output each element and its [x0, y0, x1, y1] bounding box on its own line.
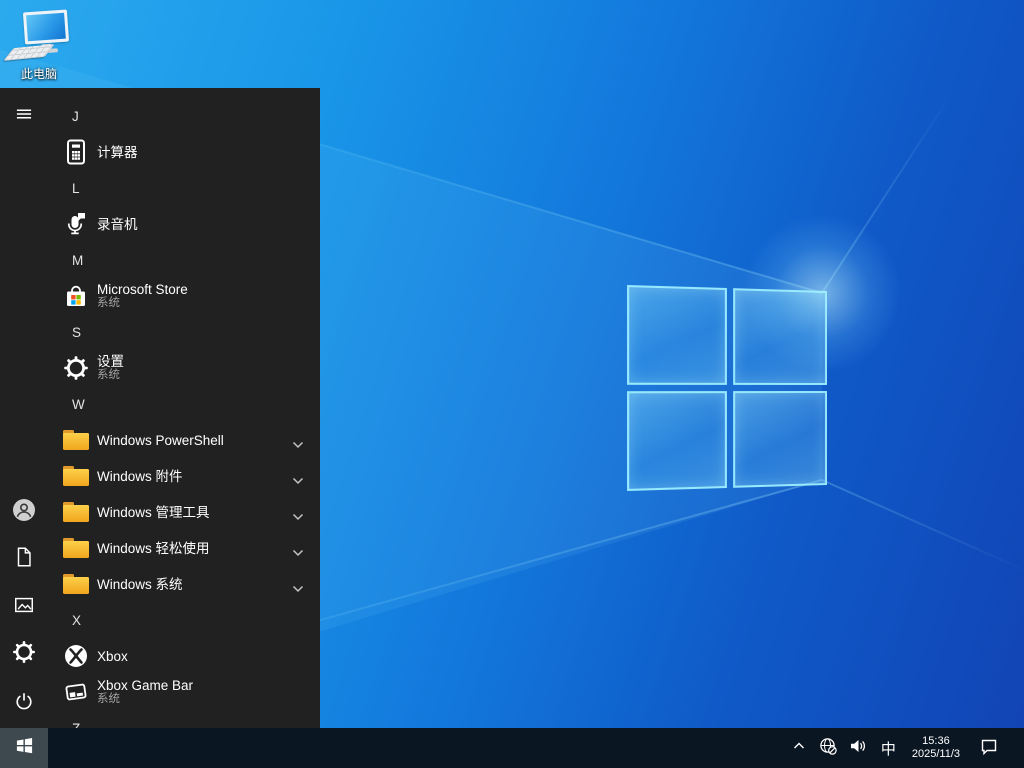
action-center-icon [980, 737, 998, 760]
chevron-down-icon[interactable] [292, 472, 304, 490]
volume-button[interactable] [843, 728, 873, 768]
power-icon [13, 690, 35, 717]
app-item-microsoft-store[interactable]: Microsoft Store 系统 [48, 278, 320, 314]
folder-item-windows-system[interactable]: Windows 系统 [48, 566, 320, 602]
folder-icon [63, 571, 89, 597]
user-account-button[interactable] [0, 489, 48, 535]
folder-item-windows-admin-tools[interactable]: Windows 管理工具 [48, 494, 320, 530]
app-item-settings[interactable]: 设置 系统 [48, 350, 320, 386]
chevron-down-icon[interactable] [292, 508, 304, 526]
desktop: 此电脑 J 计算器 L 录音机 M Microsoft Store 系统 S 设… [0, 0, 1024, 768]
tray-show-hidden-icons-button[interactable] [785, 728, 813, 768]
keyboard-icon [3, 44, 55, 61]
monitor-icon [22, 9, 70, 45]
volume-icon [849, 737, 867, 760]
settings-button[interactable] [0, 631, 48, 677]
start-menu-app-list: J 计算器 L 录音机 M Microsoft Store 系统 S 设置 系统… [48, 98, 320, 728]
taskbar: 中 15:36 2025/11/3 [0, 728, 1024, 768]
section-letter[interactable]: X [48, 602, 320, 638]
network-globe-offline-icon [819, 737, 837, 760]
chevron-down-icon[interactable] [292, 544, 304, 562]
hamburger-menu-icon [14, 104, 34, 129]
chevron-down-icon[interactable] [292, 580, 304, 598]
windows-logo-pane [733, 391, 827, 488]
start-button[interactable] [0, 728, 48, 768]
action-center-button[interactable] [968, 728, 1010, 768]
section-letter[interactable]: L [48, 170, 320, 206]
folder-icon [63, 463, 89, 489]
folder-item-windows-ease-of-access[interactable]: Windows 轻松使用 [48, 530, 320, 566]
ime-language-indicator[interactable]: 中 [873, 738, 904, 759]
chevron-up-icon [791, 738, 807, 759]
this-pc-desktop-icon[interactable]: 此电脑 [3, 8, 70, 81]
windows-logo-pane [627, 391, 727, 492]
folder-icon [63, 499, 89, 525]
section-letter[interactable]: Z [48, 710, 320, 729]
section-letter[interactable]: S [48, 314, 320, 350]
wallpaper-ray [821, 479, 1024, 575]
windows-logo-wallpaper [627, 284, 827, 492]
documents-icon [13, 546, 35, 573]
folder-icon [63, 535, 89, 561]
user-avatar-icon [12, 498, 36, 527]
start-menu-rail [0, 88, 48, 728]
folder-item-windows-powershell[interactable]: Windows PowerShell [48, 422, 320, 458]
folder-item-windows-accessories[interactable]: Windows 附件 [48, 458, 320, 494]
clock-date: 2025/11/3 [911, 748, 960, 760]
section-letter[interactable]: J [48, 98, 320, 134]
calculator-icon [63, 139, 89, 165]
computer-icon [3, 8, 70, 62]
windows-logo-pane [627, 284, 727, 385]
settings-gear-icon [63, 355, 89, 381]
app-item-xbox-game-bar[interactable]: Xbox Game Bar 系统 [48, 674, 320, 710]
app-item-xbox[interactable]: Xbox [48, 638, 320, 674]
voice-recorder-icon [63, 211, 89, 237]
section-letter[interactable]: W [48, 386, 320, 422]
app-item-calculator[interactable]: 计算器 [48, 134, 320, 170]
windows-logo-pane [733, 288, 827, 385]
pictures-icon [13, 594, 35, 621]
folder-icon [63, 427, 89, 453]
clock-time: 15:36 [922, 735, 950, 747]
xbox-game-bar-icon [63, 679, 89, 705]
power-button[interactable] [0, 680, 48, 726]
microsoft-store-icon [63, 283, 89, 309]
clock[interactable]: 15:36 2025/11/3 [904, 735, 968, 761]
system-tray: 中 15:36 2025/11/3 [785, 728, 1024, 768]
app-item-voice-recorder[interactable]: 录音机 [48, 206, 320, 242]
start-menu: J 计算器 L 录音机 M Microsoft Store 系统 S 设置 系统… [0, 88, 320, 728]
settings-gear-icon [12, 640, 36, 669]
network-status-button[interactable] [813, 728, 843, 768]
pictures-button[interactable] [0, 584, 48, 630]
this-pc-label: 此电脑 [20, 67, 57, 81]
section-letter[interactable]: M [48, 242, 320, 278]
documents-button[interactable] [0, 536, 48, 582]
xbox-icon [63, 643, 89, 669]
chevron-down-icon[interactable] [292, 436, 304, 454]
windows-start-icon [15, 736, 34, 760]
hamburger-menu-button[interactable] [0, 93, 48, 139]
